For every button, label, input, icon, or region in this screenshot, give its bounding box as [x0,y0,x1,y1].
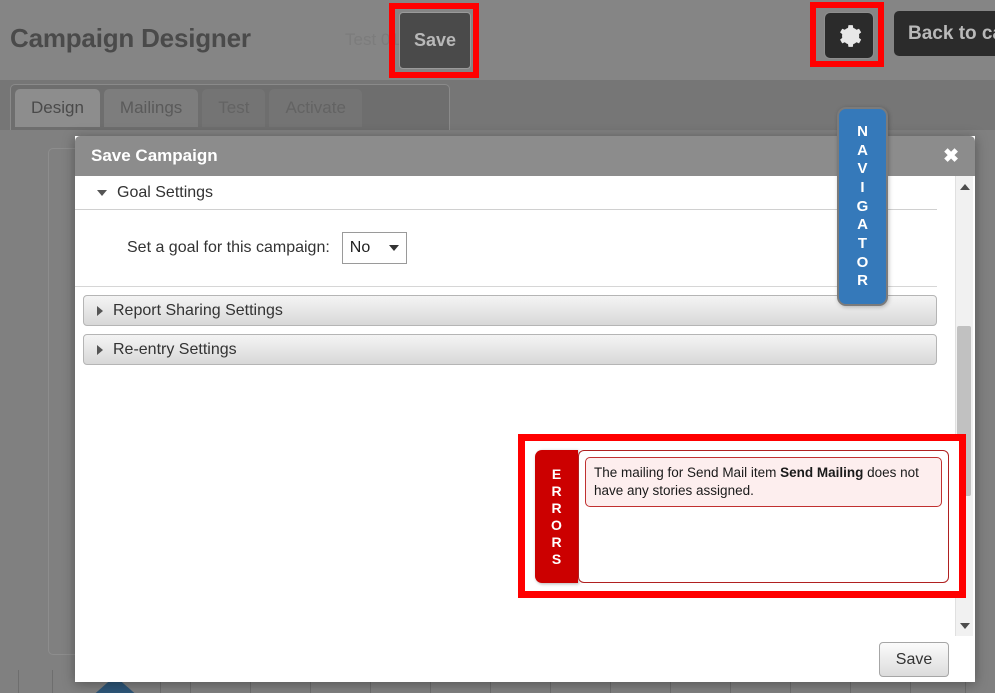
errors-tab[interactable]: E R R O R S [535,450,578,583]
timeline-tick [18,670,19,693]
errors-panel: E R R O R S The mailing for Send Mail it… [525,441,959,591]
close-icon[interactable]: ✖ [943,147,959,166]
navigator-letter: A [857,216,868,234]
section-header-re-entry-settings[interactable]: Re-entry Settings [83,334,937,365]
chevron-right-icon [97,344,103,355]
chevron-right-icon [97,305,103,316]
navigator-letter: V [857,160,868,178]
chevron-down-icon [959,622,970,629]
goal-select-value: No [349,239,371,256]
chevron-down-icon [388,245,399,251]
highlight-box-gear [810,2,884,67]
navigator-letter: N [857,122,868,140]
scroll-up-button[interactable] [956,178,973,195]
navigator-letter: G [856,197,869,215]
section-label-re-entry-settings: Re-entry Settings [113,340,237,358]
errors-letter: R [551,499,562,516]
errors-letter: R [551,482,562,499]
navigator-letter: R [857,272,868,290]
navigator-tab[interactable]: N A V I G A T O R [837,107,888,306]
chevron-up-icon [959,183,970,190]
navigator-letter: I [860,178,865,196]
app-root: Campaign Designer Test 01 Save Back to c… [0,0,995,693]
section-header-goal-settings[interactable]: Goal Settings [75,176,937,210]
goal-select[interactable]: No [341,232,407,264]
navigator-letter: O [856,253,869,271]
timeline-tick [52,670,53,693]
page-title: Campaign Designer [10,23,251,53]
scroll-down-button[interactable] [956,617,973,634]
errors-letter: E [551,465,562,482]
error-message-bold: Send Mailing [780,465,864,480]
tab-mailings[interactable]: Mailings [103,89,199,127]
dialog-save-button[interactable]: Save [879,642,949,677]
tab-bar: Design Mailings Test Activate [10,84,450,130]
highlight-box-save [389,3,479,78]
section-header-report-sharing-settings[interactable]: Report Sharing Settings [83,295,937,326]
navigator-letter: T [857,235,868,253]
app-header: Campaign Designer Test 01 Save Back to c… [0,0,995,80]
errors-letter: S [551,551,562,568]
section-content-goal-settings: Set a goal for this campaign: No [75,210,937,287]
chevron-down-icon [97,189,107,196]
dialog-footer: Save [75,636,975,682]
navigator-letter: A [857,141,868,159]
errors-list: The mailing for Send Mail item Send Mail… [578,450,949,583]
goal-field-label: Set a goal for this campaign: [127,239,330,256]
dialog-title: Save Campaign [91,146,218,165]
section-label-goal-settings: Goal Settings [117,183,214,201]
back-to-campaigns-button[interactable]: Back to ca [894,11,995,56]
error-message-item[interactable]: The mailing for Send Mail item Send Mail… [585,457,942,508]
errors-letter: R [551,534,562,551]
errors-letter: O [551,517,562,533]
tab-design[interactable]: Design [15,89,100,127]
dialog-body-inner: Goal Settings Set a goal for this campai… [75,176,955,365]
tab-test[interactable]: Test [202,89,266,127]
tab-activate[interactable]: Activate [269,89,362,127]
error-message-prefix: The mailing for Send Mail item [594,465,781,480]
section-label-report-sharing-settings: Report Sharing Settings [113,301,283,319]
